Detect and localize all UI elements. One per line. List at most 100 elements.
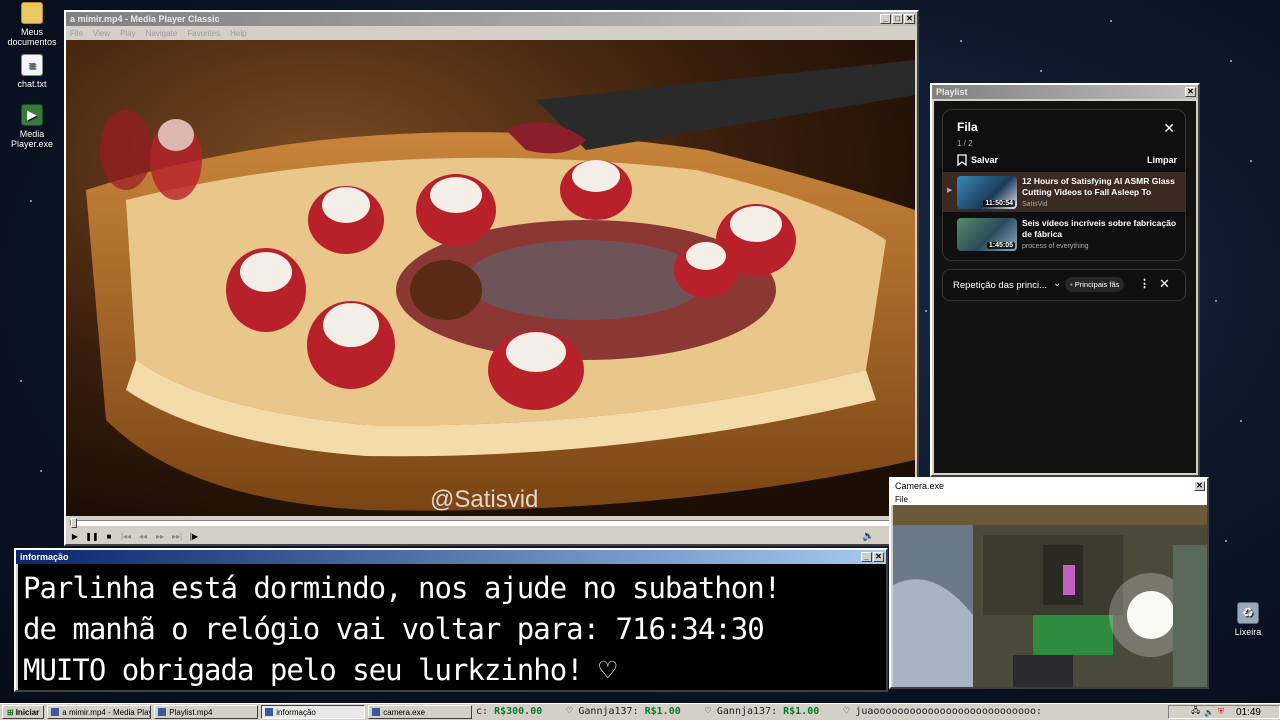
- close-button[interactable]: ✕: [1185, 87, 1196, 97]
- fans-icon: ▪: [1070, 280, 1073, 289]
- ticker-amount: R$1.00: [783, 706, 820, 717]
- desktop-icon-label: Meus documentos: [7, 27, 57, 47]
- maximize-button[interactable]: □: [892, 14, 903, 24]
- taskbar-item-playlist[interactable]: Playlist.mp4: [154, 705, 259, 719]
- minimize-button[interactable]: _: [880, 14, 891, 24]
- info-line-3: MUITO obrigada pelo seu lurkzinho! ♡: [23, 653, 617, 687]
- window-title: Playlist: [936, 87, 968, 97]
- app-icon: [372, 708, 381, 716]
- camera-feed: [893, 505, 1207, 687]
- desktop-icon-documents[interactable]: Meus documentos: [0, 2, 64, 47]
- save-label: Salvar: [971, 155, 999, 165]
- window-title: Camera.exe: [895, 481, 945, 491]
- top-fans-badge[interactable]: ▪ Principais fãs: [1065, 277, 1125, 292]
- minimize-button[interactable]: _: [861, 552, 872, 562]
- start-label: Iniciar: [15, 707, 40, 717]
- previous-icon[interactable]: |◂◂: [119, 531, 133, 543]
- video-thumbnail: 11:50:54: [957, 176, 1017, 209]
- donation-ticker: c: R$300.00 ♡ Gannja137: R$1.00 ♡ Gannja…: [476, 705, 1166, 719]
- close-button[interactable]: ✕: [904, 14, 915, 24]
- menu-file[interactable]: File: [70, 29, 83, 38]
- queue-title: Fila: [957, 120, 978, 134]
- playback-controls: ▶ ❚❚ ■ |◂◂ ◂◂ ▸▸ ▸▸| |▶: [68, 531, 201, 543]
- playlist-panel: Fila 1 / 2 ✕ Salvar Limpar ▶ 11:50:54 12…: [934, 101, 1196, 473]
- app-icon: [158, 708, 167, 716]
- recycle-bin-icon: ♻: [1237, 602, 1259, 624]
- play-icon[interactable]: ▶: [68, 531, 82, 543]
- windows-logo-icon: ⊞: [7, 707, 14, 717]
- taskbar-item-camera[interactable]: camera.exe: [368, 705, 473, 719]
- desktop-icon-label: Lixeira: [1234, 627, 1262, 637]
- volume-icon[interactable]: 🔈: [862, 531, 874, 542]
- network-icon[interactable]: 🖧: [1191, 705, 1200, 719]
- info-window: informação _ ✕ Parlinha está dormindo, n…: [14, 548, 888, 692]
- close-button[interactable]: ✕: [873, 552, 884, 562]
- info-line-2: de manhã o relógio vai voltar para: 716:…: [23, 612, 765, 646]
- close-icon[interactable]: ✕: [1163, 120, 1175, 137]
- task-label: Playlist.mp4: [169, 707, 213, 717]
- text-file-icon: ≡: [21, 54, 43, 76]
- frame-step-icon[interactable]: |▶: [187, 531, 201, 543]
- task-label: informação: [276, 707, 316, 717]
- taskbar-item-media-player[interactable]: a mimir.mp4 - Media Player...: [47, 705, 152, 719]
- task-label: camera.exe: [383, 707, 426, 717]
- media-player-icon: ▶: [21, 104, 43, 126]
- menu-file[interactable]: File: [895, 495, 908, 504]
- list-item[interactable]: 1:45:05 Seis vídeos incríveis sobre fabr…: [943, 214, 1185, 254]
- task-label: a mimir.mp4 - Media Player...: [62, 707, 152, 717]
- more-options-icon[interactable]: ⋮: [1139, 277, 1150, 290]
- camera-titlebar[interactable]: Camera.exe ✕: [891, 479, 1207, 493]
- video-channel: process of everything: [1022, 243, 1089, 250]
- video-watermark: @Satisvid: [430, 486, 539, 513]
- menu-bar: File: [891, 493, 1207, 505]
- rewind-icon[interactable]: ◂◂: [136, 531, 150, 543]
- menu-view[interactable]: View: [93, 29, 110, 38]
- playlist-window: Playlist ✕ Fila 1 / 2 ✕ Salvar Limpar ▶ …: [930, 83, 1200, 477]
- close-icon[interactable]: ✕: [1159, 276, 1170, 292]
- info-titlebar[interactable]: informação _ ✕: [16, 550, 886, 564]
- video-duration: 11:50:54: [983, 200, 1015, 207]
- start-button[interactable]: ⊞ Iniciar: [2, 705, 45, 719]
- menu-help[interactable]: Help: [230, 29, 246, 38]
- menu-play[interactable]: Play: [120, 29, 136, 38]
- app-icon: [51, 708, 60, 716]
- video-channel: SatisVid: [1022, 201, 1048, 208]
- seek-bar[interactable]: [70, 518, 910, 528]
- now-playing-icon: ▶: [947, 187, 953, 194]
- repeat-dropdown-label[interactable]: Repetição das princi...: [953, 280, 1047, 291]
- video-title: Seis vídeos incríveis sobre fabricação d…: [1022, 218, 1177, 239]
- info-line-1: Parlinha está dormindo, nos ajude no sub…: [23, 571, 781, 605]
- ticker-prefix: ♡ Gannja137:: [704, 706, 778, 717]
- list-item[interactable]: ▶ 11:50:54 12 Hours of Satisfying AI ASM…: [943, 172, 1185, 212]
- ticker-prefix: ♡ Gannja137:: [566, 706, 639, 717]
- desktop-icon-chat[interactable]: ≡ chat.txt: [0, 54, 64, 89]
- security-icon[interactable]: ⛨: [1218, 707, 1224, 717]
- menu-favorites[interactable]: Favorites: [187, 29, 220, 38]
- video-title: 12 Hours of Satisfying AI ASMR Glass Cut…: [1022, 176, 1175, 197]
- fast-forward-icon[interactable]: ▸▸: [153, 531, 167, 543]
- media-player-titlebar[interactable]: a mimir.mp4 - Media Player Classic _ □ ✕: [66, 12, 917, 26]
- clock[interactable]: 01:49: [1236, 707, 1261, 718]
- seek-thumb[interactable]: [71, 518, 77, 528]
- folder-icon: [21, 2, 43, 24]
- menu-bar: File View Play Navigate Favorites Help: [66, 26, 917, 40]
- desktop-icon-media-player[interactable]: ▶ Media Player.exe: [0, 104, 64, 149]
- taskbar: ⊞ Iniciar a mimir.mp4 - Media Player... …: [0, 703, 1280, 720]
- video-frame[interactable]: @Satisvid: [66, 40, 915, 516]
- close-button[interactable]: ✕: [1194, 481, 1205, 491]
- menu-navigate[interactable]: Navigate: [146, 29, 178, 38]
- clear-button[interactable]: Limpar: [1147, 155, 1177, 165]
- volume-icon[interactable]: 🔈: [1204, 708, 1214, 717]
- desktop-icon-label: Media Player.exe: [10, 129, 54, 149]
- stop-icon[interactable]: ■: [102, 531, 116, 543]
- taskbar-item-info[interactable]: informação: [261, 705, 366, 719]
- save-button[interactable]: Salvar: [957, 154, 998, 166]
- bookmark-icon: [957, 154, 967, 166]
- pause-icon[interactable]: ❚❚: [85, 531, 99, 543]
- chevron-down-icon[interactable]: ⌄: [1053, 278, 1061, 289]
- next-icon[interactable]: ▸▸|: [170, 531, 184, 543]
- video-duration: 1:45:05: [986, 242, 1015, 249]
- playlist-titlebar[interactable]: Playlist ✕: [932, 85, 1198, 99]
- window-title: informação: [20, 552, 69, 562]
- desktop-icon-recycle-bin[interactable]: ♻ Lixeira: [1216, 602, 1280, 637]
